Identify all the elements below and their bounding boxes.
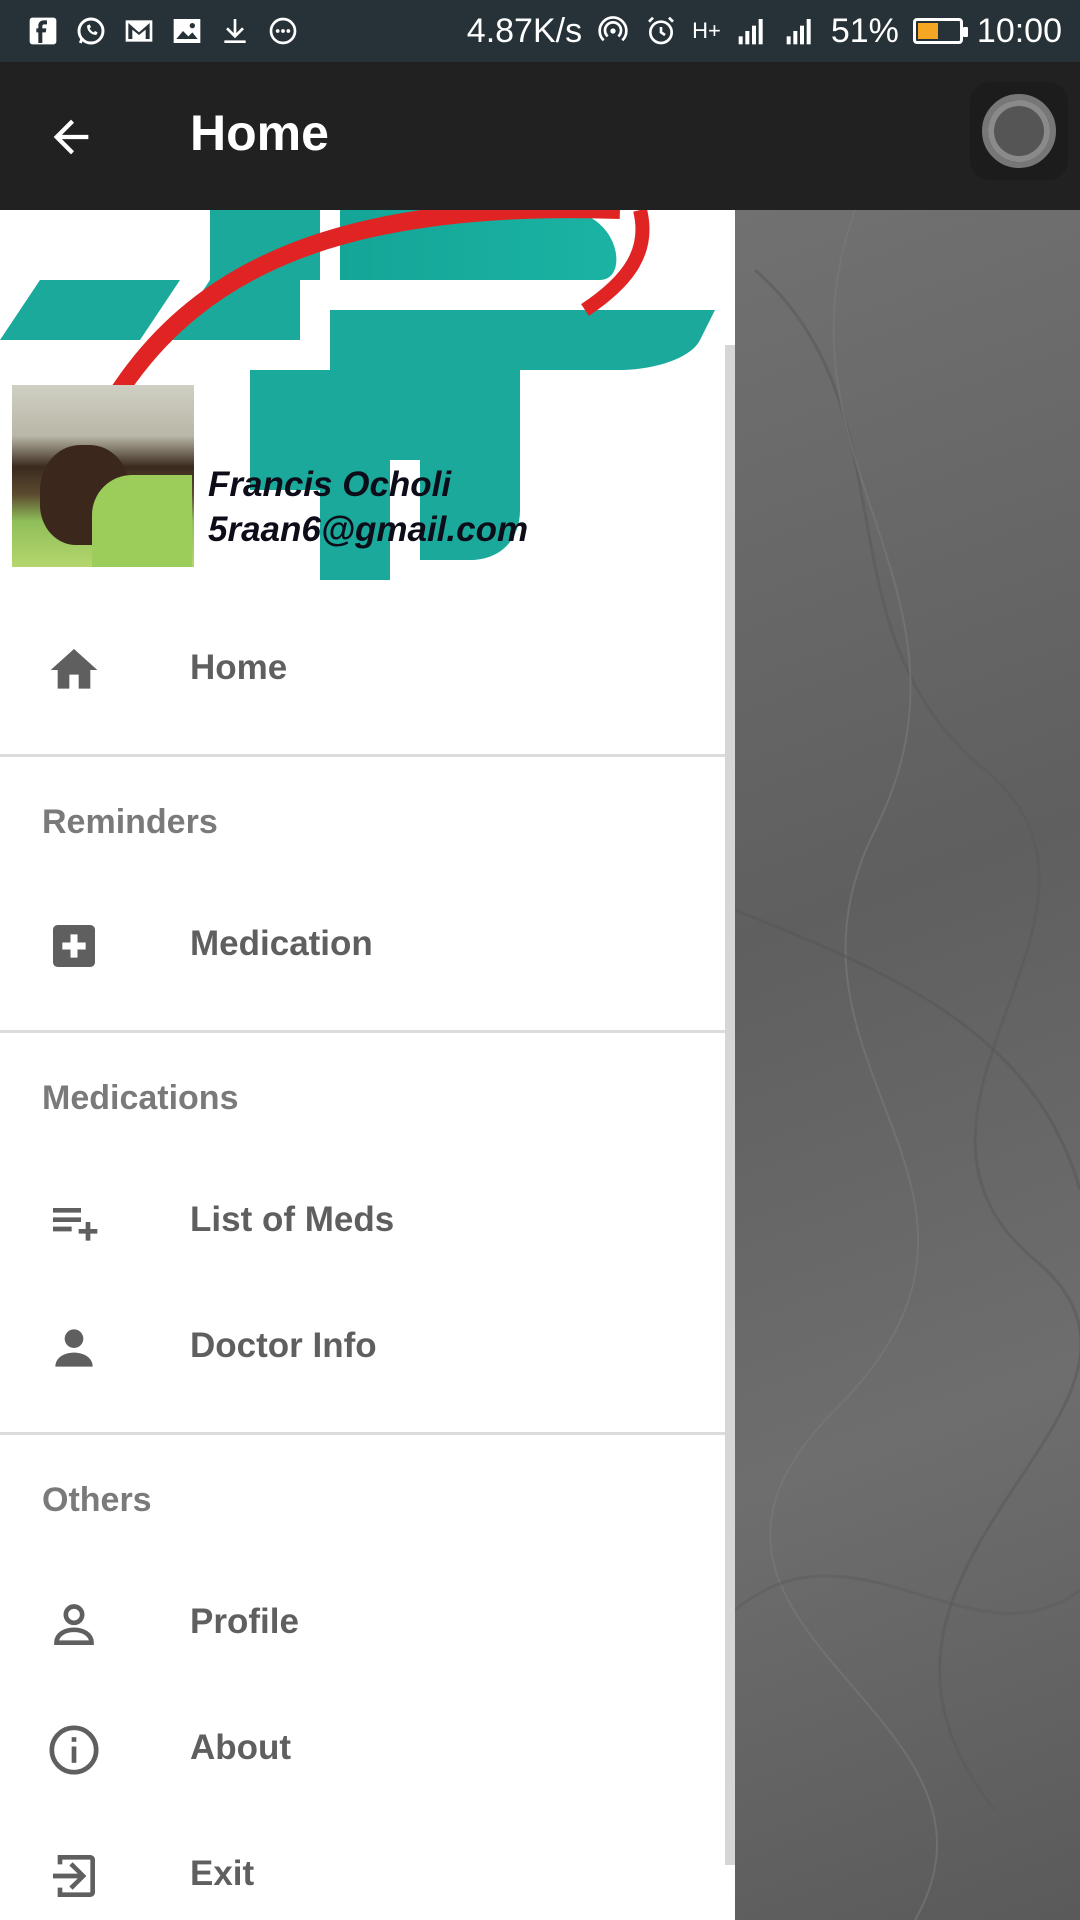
network-speed: 4.87K/s (466, 11, 583, 50)
drawer-scrollbar[interactable] (725, 345, 735, 1865)
drawer-header: Francis Ocholi 5raan6@gmail.com (0, 210, 725, 580)
section-title-others: Others (42, 1481, 152, 1519)
clock: 10:00 (976, 11, 1062, 50)
avatar[interactable] (12, 385, 194, 567)
whatsapp-icon (74, 14, 108, 48)
drawer-item-label: Exit (190, 1854, 255, 1893)
drawer-item-label: List of Meds (190, 1200, 395, 1239)
divider (0, 754, 725, 757)
battery-icon (912, 18, 968, 44)
medical-plus-icon (44, 918, 104, 974)
arrow-back-icon (53, 119, 89, 155)
download-icon (218, 14, 252, 48)
alarm-icon (644, 14, 678, 48)
facebook-icon (26, 14, 60, 48)
signal-icon (783, 14, 817, 48)
divider (0, 1030, 725, 1033)
floating-assistive-button[interactable] (970, 82, 1068, 180)
app-bar: Home (0, 62, 1080, 210)
back-button[interactable] (40, 112, 102, 162)
assistive-touch-icon (982, 94, 1056, 168)
drawer-item-medication[interactable]: Medication (0, 886, 725, 1006)
battery-percent: 51% (830, 11, 899, 50)
avatar-shirt (92, 475, 192, 567)
navigation-drawer: Francis Ocholi 5raan6@gmail.com Home Rem… (0, 210, 735, 1920)
section-title-reminders: Reminders (42, 803, 218, 841)
section-title-medications: Medications (42, 1079, 239, 1117)
drawer-item-doctor-info[interactable]: Doctor Info (0, 1288, 725, 1408)
drawer-item-label: Profile (190, 1602, 299, 1641)
drawer-item-label: Home (190, 648, 288, 687)
playlist-add-icon (44, 1194, 104, 1250)
drawer-scrim[interactable] (734, 209, 1080, 1920)
drawer-item-list-of-meds[interactable]: List of Meds (0, 1162, 725, 1282)
battery-fill (917, 23, 938, 39)
person-outline-icon (44, 1596, 104, 1652)
person-icon (44, 1320, 104, 1376)
more-icon (266, 14, 300, 48)
drawer-item-label: Medication (190, 924, 373, 963)
user-email: 5raan6@gmail.com (208, 510, 529, 549)
hotspot-icon (596, 14, 630, 48)
status-system-icons: 4.87K/s H+ 51% 10:00 (467, 12, 1062, 51)
network-type: H+ (692, 18, 721, 43)
home-icon (44, 642, 104, 698)
drawer-item-exit[interactable]: Exit (0, 1816, 725, 1920)
drawer-item-about[interactable]: About (0, 1690, 725, 1810)
status-bar: 4.87K/s H+ 51% 10:00 (0, 0, 1080, 62)
user-name: Francis Ocholi (208, 465, 452, 504)
signal-icon (735, 14, 769, 48)
drawer-item-label: About (190, 1728, 292, 1767)
drawer-item-label: Doctor Info (190, 1326, 377, 1365)
smoke-background (734, 209, 1080, 1920)
gmail-icon (122, 14, 156, 48)
info-icon (44, 1722, 104, 1778)
drawer-item-home[interactable]: Home (0, 610, 725, 730)
page-title: Home (190, 105, 329, 161)
drawer-item-profile[interactable]: Profile (0, 1564, 725, 1684)
exit-icon (44, 1848, 104, 1904)
gallery-icon (170, 14, 204, 48)
divider (0, 1432, 725, 1435)
status-notification-icons (26, 14, 300, 48)
